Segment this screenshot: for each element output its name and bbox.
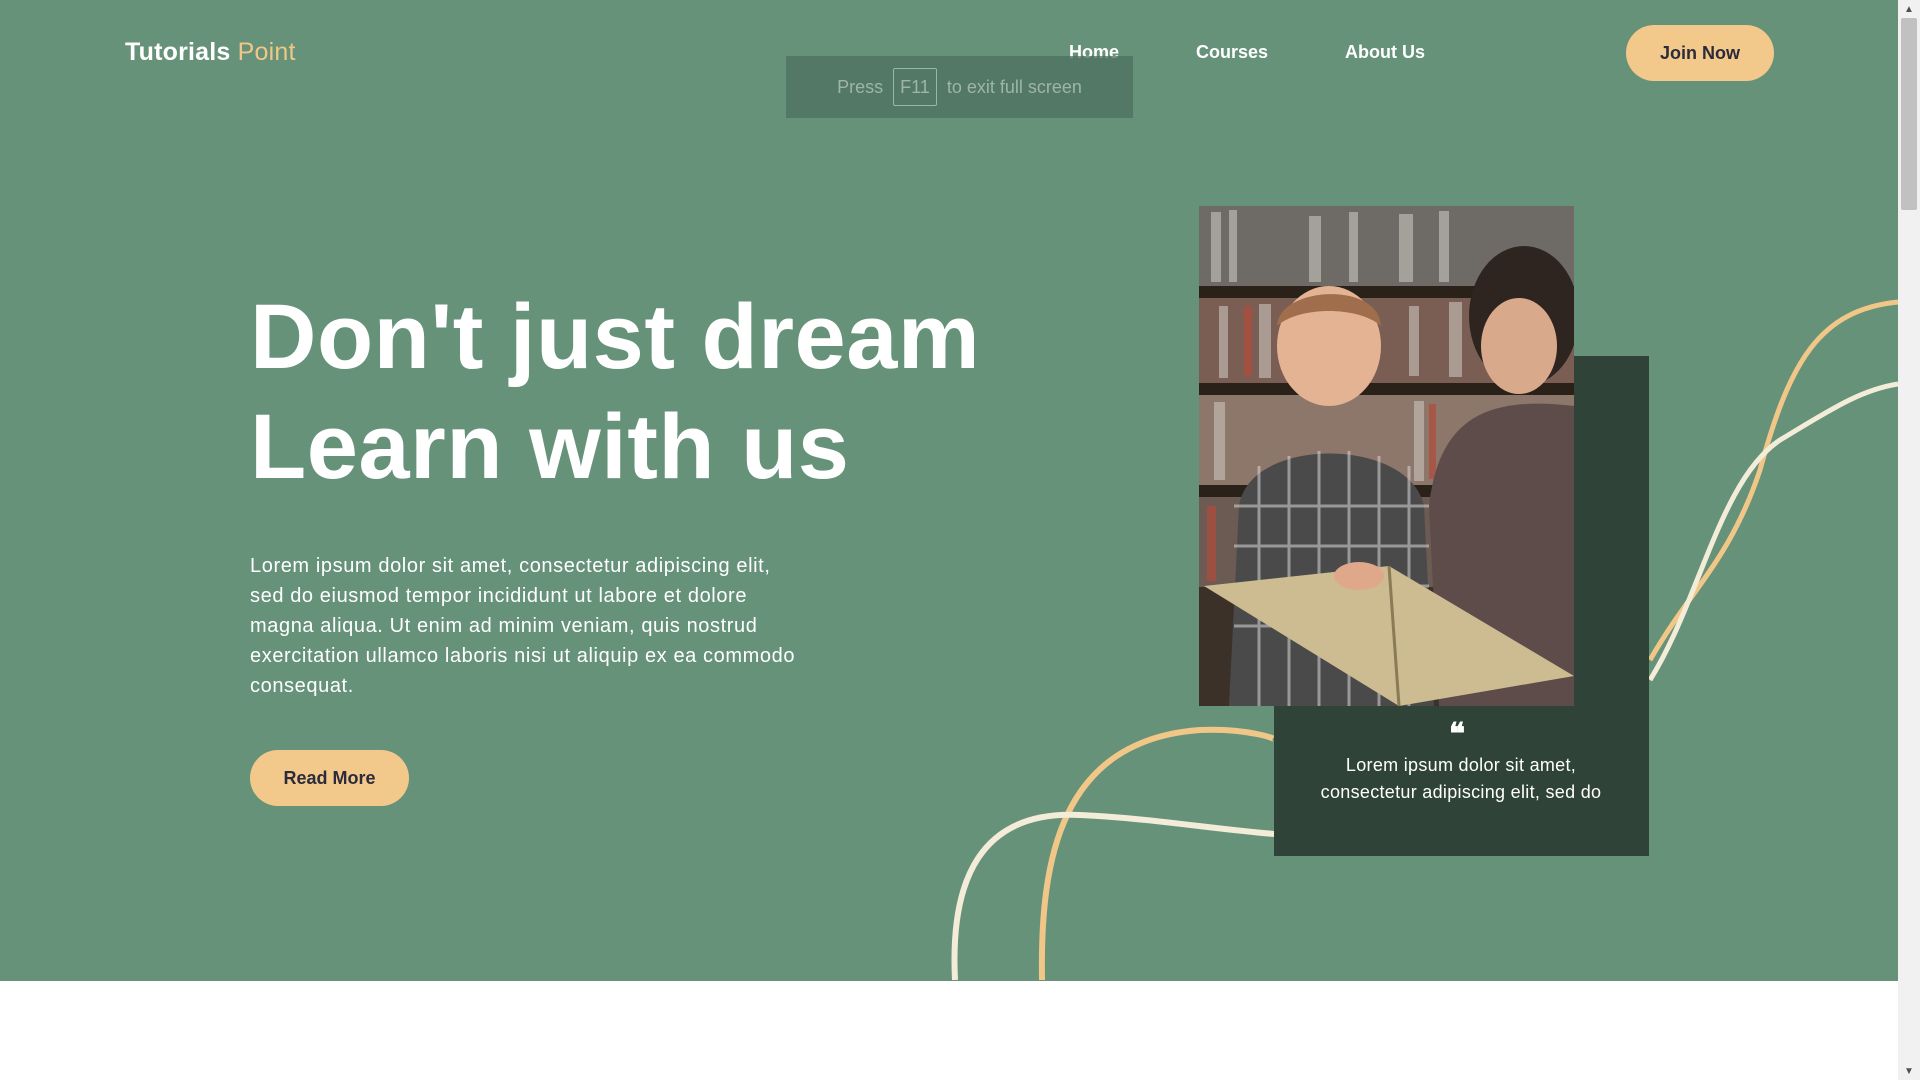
next-section xyxy=(0,981,1898,1080)
nav-link-courses[interactable]: Courses xyxy=(1196,42,1268,63)
fullscreen-notice-suffix: to exit full screen xyxy=(946,76,1082,97)
hero-photo xyxy=(1199,206,1574,706)
hero-headline: Don't just dream Learn with us xyxy=(250,282,980,502)
headline-line-1: Don't just dream xyxy=(250,286,981,388)
brand-logo[interactable]: Tutorials Point xyxy=(125,38,296,67)
brand-accent: Point xyxy=(237,38,296,66)
quote-icon: ❝ xyxy=(1449,717,1466,752)
fullscreen-key: F11 xyxy=(893,68,937,106)
hero-section: Tutorials Point Home Courses About Us Jo… xyxy=(0,0,1898,981)
fullscreen-notice-prefix: Press xyxy=(837,76,884,97)
read-more-button[interactable]: Read More xyxy=(250,750,409,806)
scroll-up-arrow-icon[interactable]: ▲ xyxy=(1898,0,1920,18)
hero-description: Lorem ipsum dolor sit amet, consectetur … xyxy=(250,555,796,697)
brand-name: Tutorials xyxy=(125,38,231,66)
join-now-button[interactable]: Join Now xyxy=(1626,25,1774,81)
quote-text: Lorem ipsum dolor sit amet, consectetur … xyxy=(1320,755,1602,802)
headline-line-2: Learn with us xyxy=(250,396,850,498)
scrollbar-thumb[interactable] xyxy=(1901,18,1917,210)
fullscreen-notice: Press F11 to exit full screen xyxy=(786,56,1133,118)
photo-illustration xyxy=(1199,206,1574,706)
scroll-down-arrow-icon[interactable]: ▼ xyxy=(1898,1062,1920,1080)
nav-link-about-us[interactable]: About Us xyxy=(1345,42,1425,63)
